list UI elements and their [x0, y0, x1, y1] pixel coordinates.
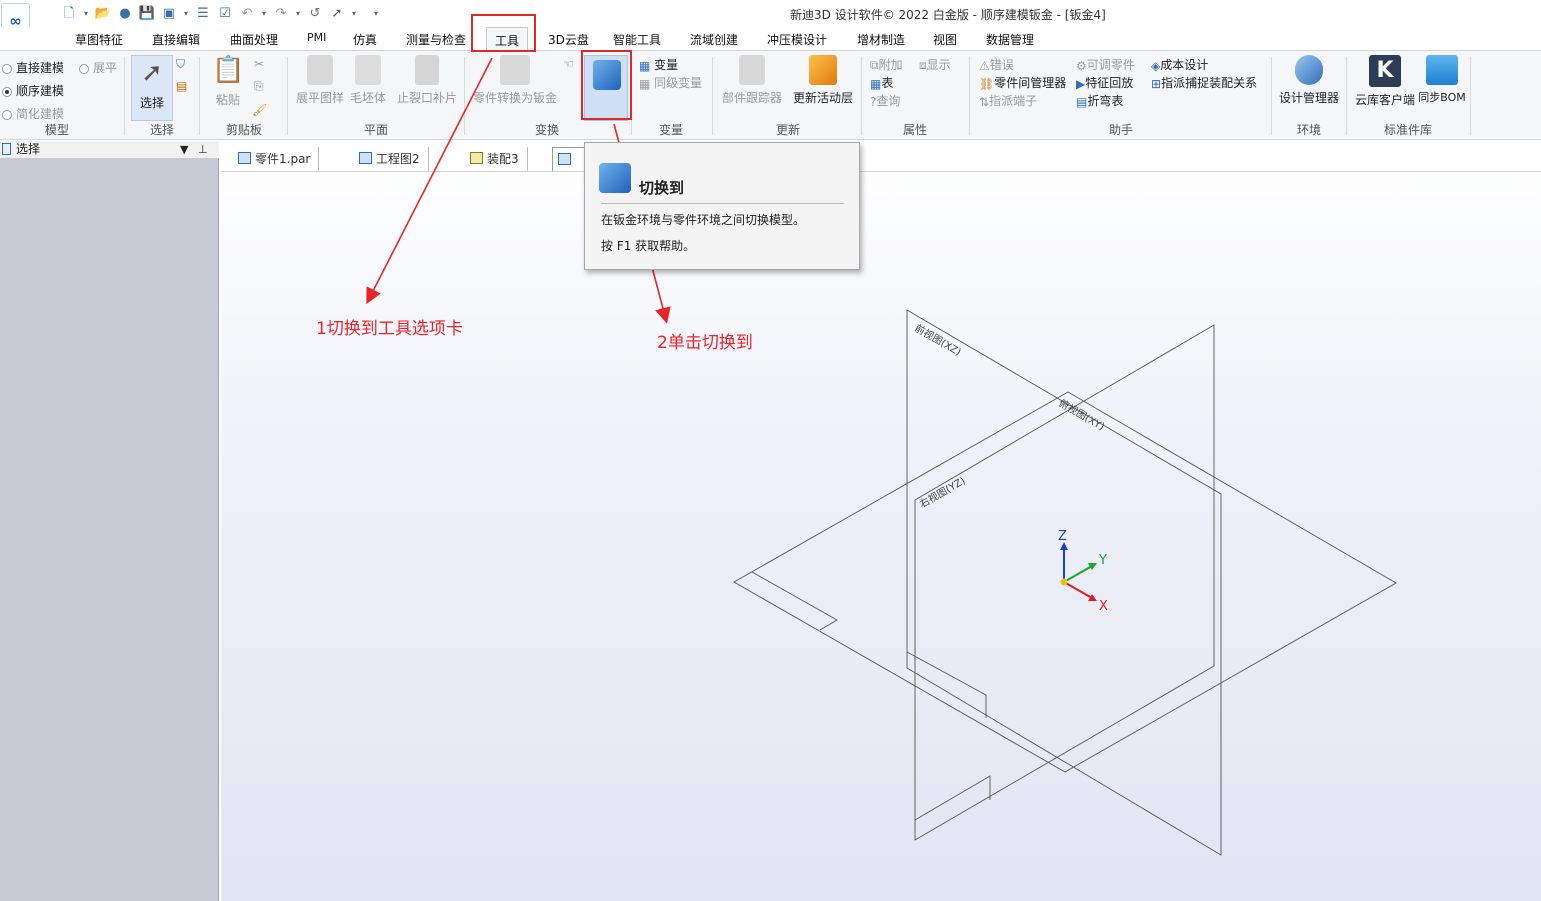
highlight-tools-tab — [471, 14, 536, 52]
axis-label-z: Z — [1058, 529, 1067, 544]
axis-label-x: X — [1099, 599, 1108, 614]
axis-y-line — [1063, 565, 1093, 583]
highlight-switch-to — [581, 50, 632, 120]
axis-label-y: Y — [1098, 553, 1107, 568]
plane-top-tab — [751, 571, 838, 631]
plane-label-top: 俯视图(XY) — [1057, 396, 1108, 433]
viewport-overlay: 前视图(XZ) 俯视图(XY) 右视图(YZ) Z Y X — [366, 57, 1397, 856]
annotation-step-1: 1切换到工具选项卡 — [316, 319, 463, 339]
annotation-step-2: 2单击切换到 — [657, 333, 753, 353]
tooltip-description: 在钣金环境与零件环境之间切换模型。 — [601, 213, 806, 227]
origin-point — [1060, 578, 1068, 586]
annotation-arrow-1 — [366, 57, 493, 305]
plane-right-tab — [914, 775, 991, 821]
tooltip-help: 按 F1 获取帮助。 — [601, 239, 696, 253]
plane-label-right: 右视图(YZ) — [917, 474, 968, 511]
plane-label-front: 前视图(XZ) — [913, 321, 964, 358]
axis-x-line — [1063, 581, 1093, 599]
switch-to-tooltip: 切换到 在钣金环境与零件环境之间切换模型。 按 F1 获取帮助。 — [584, 142, 860, 270]
tooltip-divider — [601, 203, 844, 204]
tooltip-title: 切换到 — [639, 179, 685, 197]
switch-to-icon — [599, 163, 631, 193]
